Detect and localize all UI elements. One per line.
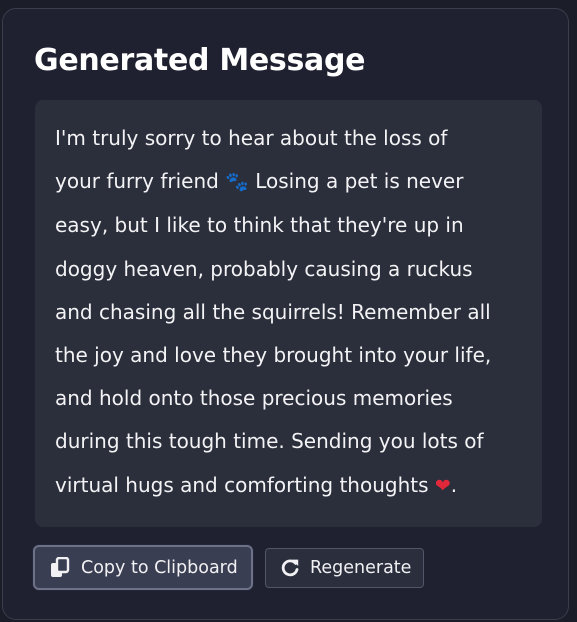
message-line: the joy and love they brought into your … (55, 343, 492, 368)
card-title: Generated Message (34, 43, 366, 78)
copy-button-label: Copy to Clipboard (81, 557, 238, 578)
regenerate-button[interactable]: Regenerate (265, 548, 424, 588)
copy-icon (50, 556, 70, 579)
copy-to-clipboard-button[interactable]: Copy to Clipboard (33, 545, 253, 590)
refresh-icon (280, 558, 300, 578)
message-line: and chasing all the squirrels! Remember … (55, 299, 491, 324)
message-line: virtual hugs and comforting thoughts (55, 472, 435, 497)
generated-message-text: I'm truly sorry to hear about the loss o… (55, 117, 524, 508)
generated-message-box: I'm truly sorry to hear about the loss o… (35, 100, 542, 527)
generated-message-card: Generated Message I'm truly sorry to hea… (2, 8, 569, 620)
message-line: doggy heaven, probably causing a ruckus (55, 256, 473, 281)
message-line: easy, but I like to think that they're u… (55, 213, 464, 238)
message-line: Losing a pet is never (248, 169, 464, 194)
message-line: I'm truly sorry to hear about the loss o… (55, 126, 448, 150)
regenerate-button-label: Regenerate (310, 558, 412, 578)
message-line: during this tough time. Sending you lots… (55, 429, 484, 454)
message-line: . (450, 472, 458, 497)
heart-icon: ❤ (434, 474, 451, 497)
message-line: and hold onto those precious memories (55, 386, 453, 411)
message-line: your furry friend (55, 169, 226, 194)
paw-prints-icon: 🐾 (225, 171, 249, 194)
